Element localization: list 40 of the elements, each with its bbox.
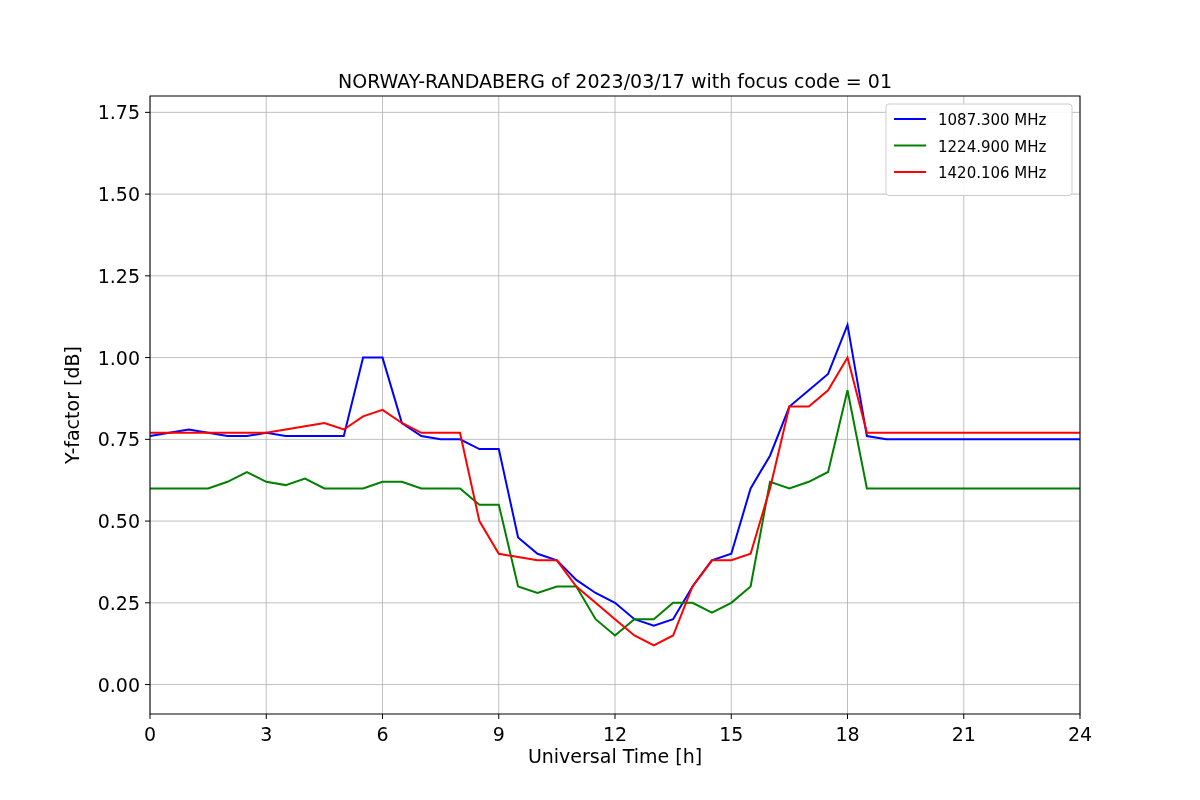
tick-mark	[847, 713, 848, 720]
tick-mark	[144, 357, 151, 359]
x-tick-label: 15	[719, 723, 744, 745]
y-tick-label: 0.25	[97, 591, 140, 614]
x-tick-label: 18	[835, 723, 860, 745]
tick-mark	[614, 713, 616, 720]
x-tick-label: 0	[143, 723, 157, 745]
legend-label: 1420.106 MHz	[938, 164, 1047, 182]
tick-mark	[144, 275, 151, 277]
tick-mark	[498, 713, 500, 720]
tick-mark	[144, 602, 151, 604]
x-tick-label: 6	[376, 723, 389, 745]
x-tick-label: 9	[492, 723, 505, 745]
x-tick-label: 12	[602, 723, 628, 745]
tick-mark	[144, 684, 151, 686]
x-tick-label: 21	[951, 723, 976, 745]
y-tick-label: 0.50	[97, 510, 140, 533]
y-tick-label: 0.75	[97, 428, 140, 451]
y-tick-label: 1.75	[97, 101, 140, 124]
x-tick-label: 3	[260, 723, 273, 745]
chart-title: NORWAY-RANDABERG of 2023/03/17 with focus code = 01	[338, 70, 892, 92]
tick-mark	[730, 713, 732, 720]
tick-mark	[144, 520, 151, 522]
tick-mark	[144, 193, 151, 195]
y-tick-label: 1.50	[97, 183, 140, 206]
tick-mark	[265, 713, 267, 720]
legend-label: 1087.300 MHz	[938, 111, 1047, 129]
tick-mark	[144, 111, 151, 113]
tick-mark	[382, 713, 383, 720]
x-axis-label: Universal Time [h]	[527, 745, 703, 767]
y-tick-label: 1.25	[97, 264, 140, 287]
legend-label: 1224.900 MHz	[938, 137, 1047, 156]
tick-mark	[144, 438, 151, 440]
y-tick-label: 1.00	[97, 346, 140, 369]
tick-mark	[1079, 713, 1081, 720]
y-tick-label: 0.00	[97, 673, 140, 696]
y-axis-label: Y-factor [dB]	[61, 346, 83, 464]
x-tick-label: 24	[1067, 723, 1093, 745]
tick-mark	[149, 713, 151, 720]
tick-mark	[963, 713, 965, 720]
